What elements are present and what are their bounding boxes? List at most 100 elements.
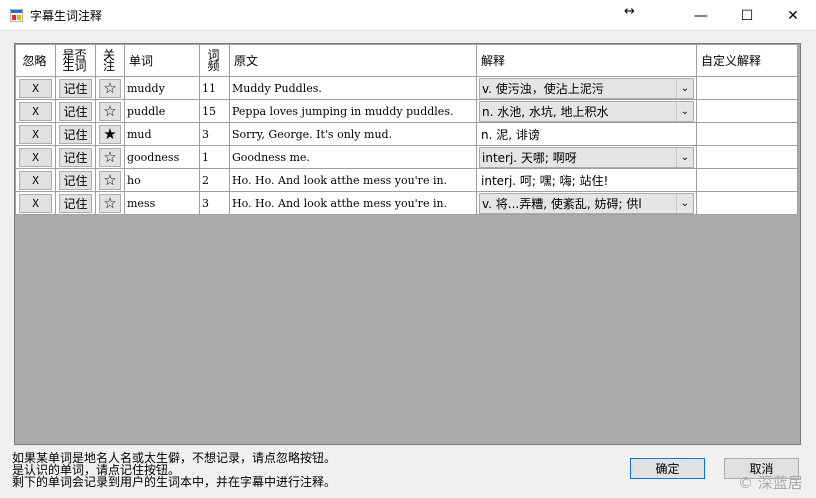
remember-button[interactable]: 记住 [59,101,92,121]
hint-line-3: 剩下的单词会记录到用户的生词本中，并在字幕中进行注释。 [12,475,337,489]
col-header-word[interactable]: 单词 [124,44,200,77]
custom-explanation-cell[interactable] [696,99,798,123]
remember-cell: 记住 [55,168,96,192]
resize-arrows-icon: ↔ [624,4,635,19]
original-cell[interactable]: Ho. Ho. And look atthe mess you're in. [229,168,477,192]
frequency-cell[interactable]: 11 [199,76,230,100]
explanation-dropdown[interactable]: v. 使污浊，使沾上泥污 ⌄ [479,77,694,99]
ignore-button[interactable]: X [19,101,52,121]
ignore-button[interactable]: X [19,170,52,190]
col-header-is-new-line2: 生词 [62,58,87,73]
custom-explanation-cell[interactable] [696,122,798,146]
title-bar: 字幕生词注释 ↔ — ☐ ✕ [0,0,816,31]
explanation-cell: v. 将...弄糟, 使紊乱, 妨碍; 供l ⌄ [476,191,697,215]
star-icon[interactable]: ☆ [99,78,121,98]
chevron-down-icon[interactable]: ⌄ [676,78,693,98]
explanation-cell: interj. 呵; 嘿; 嗨; 站住! [476,168,697,192]
minimize-button[interactable]: — [678,0,724,31]
star-icon[interactable]: ☆ [99,101,121,121]
remember-button[interactable]: 记住 [59,147,92,167]
col-header-explanation[interactable]: 解释 [476,44,697,77]
star-icon[interactable]: ★ [99,124,121,144]
frequency-cell[interactable]: 3 [199,191,230,215]
explanation-value: v. 使污浊，使沾上泥污 [482,81,604,96]
minimize-icon: — [694,7,708,24]
table-row: X 记住 ☆ muddy 11 Muddy Puddles. v. 使污浊，使沾上泥污 ⌄ [15,76,798,100]
word-cell[interactable]: puddle [124,99,200,123]
frequency-cell[interactable]: 2 [199,168,230,192]
ignore-button[interactable]: X [19,193,52,213]
explanation-dropdown[interactable]: n. 水池, 水坑, 地上积水 ⌄ [479,100,694,122]
remember-cell: 记住 [55,191,96,215]
remember-button[interactable]: 记住 [59,193,92,213]
explanation-value: v. 将...弄糟, 使紊乱, 妨碍; 供l [482,196,642,211]
star-icon[interactable]: ☆ [99,147,121,167]
remember-button[interactable]: 记住 [59,78,92,98]
explanation-cell: v. 使污浊，使沾上泥污 ⌄ [476,76,697,100]
chevron-down-icon[interactable]: ⌄ [676,193,693,213]
close-button[interactable]: ✕ [770,0,816,31]
follow-cell: ☆ [95,168,125,192]
explanation-value: n. 水池, 水坑, 地上积水 [482,104,609,119]
word-cell[interactable]: mess [124,191,200,215]
original-cell[interactable]: Sorry, George. It's only mud. [229,122,477,146]
close-icon: ✕ [787,7,799,24]
custom-explanation-cell[interactable] [696,145,798,169]
remember-cell: 记住 [55,99,96,123]
explanation-dropdown[interactable]: v. 将...弄糟, 使紊乱, 妨碍; 供l ⌄ [479,192,694,214]
custom-explanation-cell[interactable] [696,168,798,192]
word-grid[interactable]: 忽略 是否 生词 关注 单词 词频 原文 解释 自定义解释 X 记住 ☆ muddy 11… [14,43,801,445]
explanation-value: interj. 天哪; 啊呀 [482,150,577,165]
explanation-cell: interj. 天哪; 啊呀 ⌄ [476,145,697,169]
remember-button[interactable]: 记住 [59,170,92,190]
explanation-dropdown[interactable]: interj. 天哪; 啊呀 ⌄ [479,146,694,168]
col-header-original[interactable]: 原文 [229,44,477,77]
explanation-text[interactable]: interj. 呵; 嘿; 嗨; 站住! [479,170,694,191]
word-cell[interactable]: mud [124,122,200,146]
col-header-frequency[interactable]: 词频 [199,44,230,77]
star-icon[interactable]: ☆ [99,170,121,190]
remember-cell: 记住 [55,145,96,169]
follow-cell: ☆ [95,76,125,100]
ignore-cell: X [15,99,56,123]
word-table: 忽略 是否 生词 关注 单词 词频 原文 解释 自定义解释 X 记住 ☆ muddy 11… [15,44,798,215]
ignore-button[interactable]: X [19,78,52,98]
word-cell[interactable]: muddy [124,76,200,100]
explanation-text[interactable]: n. 泥, 诽谤 [479,124,694,145]
frequency-cell[interactable]: 3 [199,122,230,146]
table-row: X 记住 ☆ goodness 1 Goodness me. interj. 天哪; 啊呀 ⌄ [15,145,798,169]
chevron-down-icon[interactable]: ⌄ [676,147,693,167]
original-cell[interactable]: Goodness me. [229,145,477,169]
app-icon [10,9,23,22]
remember-button[interactable]: 记住 [59,124,92,144]
custom-explanation-cell[interactable] [696,76,798,100]
maximize-button[interactable]: ☐ [724,0,770,31]
ok-button[interactable]: 确定 [630,458,705,479]
ignore-cell: X [15,191,56,215]
frequency-cell[interactable]: 15 [199,99,230,123]
col-header-ignore[interactable]: 忽略 [15,44,56,77]
original-cell[interactable]: Muddy Puddles. [229,76,477,100]
table-row: X 记住 ☆ ho 2 Ho. Ho. And look atthe mess you'r… [15,168,798,192]
follow-cell: ★ [95,122,125,146]
word-cell[interactable]: ho [124,168,200,192]
custom-explanation-cell[interactable] [696,191,798,215]
col-header-follow[interactable]: 关注 [95,44,125,77]
window-title: 字幕生词注释 [30,9,103,23]
ignore-cell: X [15,76,56,100]
follow-cell: ☆ [95,145,125,169]
ignore-cell: X [15,145,56,169]
original-cell[interactable]: Ho. Ho. And look atthe mess you're in. [229,191,477,215]
frequency-cell[interactable]: 1 [199,145,230,169]
ignore-button[interactable]: X [19,147,52,167]
chevron-down-icon[interactable]: ⌄ [676,101,693,121]
original-cell[interactable]: Peppa loves jumping in muddy puddles. [229,99,477,123]
follow-cell: ☆ [95,191,125,215]
star-icon[interactable]: ☆ [99,193,121,213]
table-row: X 记住 ☆ puddle 15 Peppa loves jumping in muddy… [15,99,798,123]
word-cell[interactable]: goodness [124,145,200,169]
col-header-custom[interactable]: 自定义解释 [696,44,798,77]
table-row: X 记住 ☆ mess 3 Ho. Ho. And look atthe mess you… [15,191,798,215]
ignore-button[interactable]: X [19,124,52,144]
col-header-is-new[interactable]: 是否 生词 [55,44,96,77]
